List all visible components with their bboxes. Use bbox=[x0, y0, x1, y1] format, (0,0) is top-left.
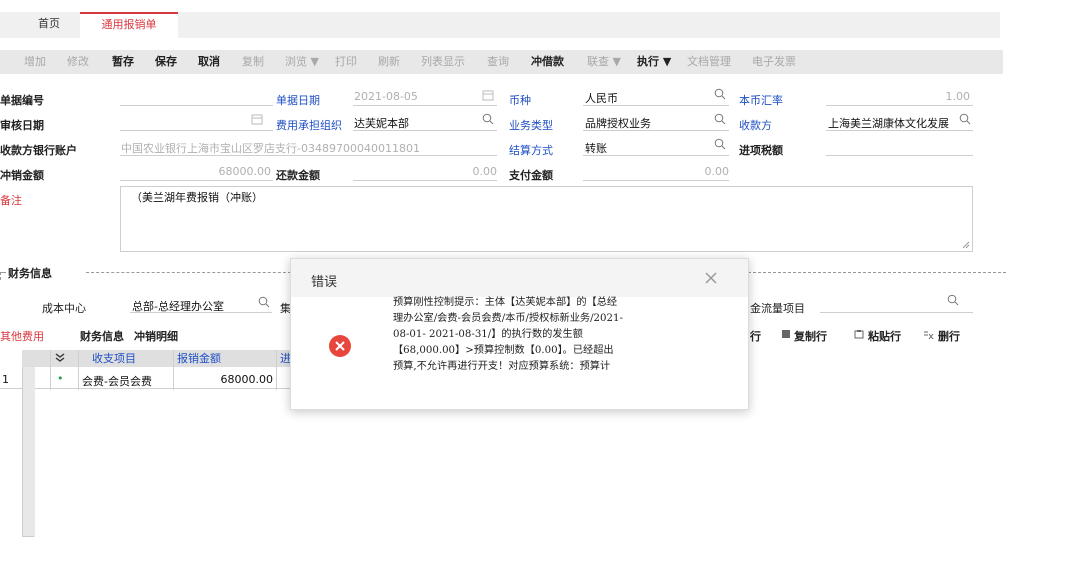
paste-row-button[interactable]: 粘贴行 bbox=[868, 328, 901, 344]
copy-button[interactable]: 复制 bbox=[242, 50, 264, 74]
remark-textarea[interactable]: （美兰湖年费报销（冲账） bbox=[120, 186, 973, 252]
subtab-other-expense[interactable]: 其他费用 bbox=[0, 328, 44, 344]
grid-bottom bbox=[22, 536, 34, 537]
grid-row-gutter bbox=[22, 367, 35, 537]
tab-home[interactable]: 首页 bbox=[24, 12, 74, 38]
dialog-message: 预算刚性控制提示：主体【达芙妮本部】的【总经理办公室/会费-会员会费/本币/授权… bbox=[393, 297, 623, 372]
add-row-button[interactable]: 行 bbox=[750, 328, 761, 344]
section-divider bbox=[0, 272, 1, 280]
tab-bar: 首页 通用报销单 bbox=[0, 12, 1000, 38]
search-icon[interactable] bbox=[258, 296, 270, 308]
search-icon[interactable] bbox=[714, 138, 726, 150]
row-number: 1 bbox=[2, 373, 9, 386]
toolbar: 增加 修改 暂存 保存 取消 复制 浏览 ▼ 打印 刷新 列表显示 查询 冲借款… bbox=[0, 50, 1003, 74]
resize-handle-icon[interactable] bbox=[962, 241, 970, 249]
pay-amount-label: 支付金额 bbox=[509, 169, 553, 182]
search-icon[interactable] bbox=[959, 113, 971, 125]
offset-amount-value: 68000.00 bbox=[218, 165, 272, 178]
double-chevron-down-icon[interactable] bbox=[55, 353, 65, 363]
repay-label: 还款金额 bbox=[276, 169, 320, 182]
offset-loan-button[interactable]: 冲借款 bbox=[531, 50, 564, 74]
search-icon[interactable] bbox=[482, 113, 494, 125]
pay-amount-value: 0.00 bbox=[704, 165, 730, 178]
browse-menu[interactable]: 浏览 ▼ bbox=[285, 50, 319, 74]
bank-account-value: 中国农业银行上海市宝山区罗店支行-03489700040011801 bbox=[121, 142, 420, 155]
delete-row-button[interactable]: 删行 bbox=[938, 328, 960, 344]
cancel-button[interactable]: 取消 bbox=[198, 50, 220, 74]
section-divider bbox=[86, 272, 291, 273]
bill-date-label: 单据日期 bbox=[276, 94, 320, 107]
dialog-title: 错误 bbox=[311, 275, 338, 290]
remark-value: （美兰湖年费报销（冲账） bbox=[131, 191, 263, 204]
bank-account-label: 收款方银行账户 bbox=[0, 144, 77, 157]
execute-menu[interactable]: 执行 ▼ bbox=[637, 50, 671, 74]
bill-no-field[interactable] bbox=[120, 89, 273, 106]
biz-type-label: 业务类型 bbox=[509, 119, 553, 132]
add-button[interactable]: 增加 bbox=[24, 50, 46, 74]
error-dialog: 错误 预算刚性控制提示：主体【达芙妮本部】的【总经理办公室/会费-会员会费/本币… bbox=[290, 258, 749, 410]
offset-amount-label: 冲销金额 bbox=[0, 169, 44, 182]
col-header-amount[interactable]: 报销金额 bbox=[177, 350, 221, 367]
print-button[interactable]: 打印 bbox=[335, 50, 357, 74]
search-icon[interactable] bbox=[947, 294, 959, 306]
save-button[interactable]: 保存 bbox=[155, 50, 177, 74]
table-row[interactable]: 1 • 会费-会员会费 68000.00 bbox=[0, 371, 292, 389]
paste-row-icon bbox=[854, 330, 864, 339]
e-invoice-button[interactable]: 电子发票 bbox=[752, 50, 796, 74]
payee-label: 收款方 bbox=[739, 119, 772, 132]
bill-no-label: 单据编号 bbox=[0, 94, 44, 107]
input-tax-label: 进项税额 bbox=[739, 144, 783, 157]
payee-value: 上海美兰湖康体文化发展 bbox=[828, 117, 949, 130]
tab-expense-form[interactable]: 通用报销单 bbox=[80, 12, 178, 38]
biz-type-value: 品牌授权业务 bbox=[585, 117, 651, 130]
cost-center-value: 总部-总经理办公室 bbox=[132, 300, 224, 313]
grid-header: 收支项目 报销金额 进 bbox=[22, 350, 292, 367]
cashflow-label: 金流量项目 bbox=[750, 302, 805, 315]
bill-date-value: 2021-08-05 bbox=[354, 90, 418, 103]
finance-section-title: 财务信息 bbox=[8, 267, 52, 280]
repay-value: 0.00 bbox=[472, 165, 498, 178]
section-divider bbox=[748, 272, 1006, 273]
audit-date-label: 审核日期 bbox=[0, 119, 44, 132]
cost-center-label: 成本中心 bbox=[42, 302, 86, 315]
exchange-rate-label: 本币汇率 bbox=[739, 94, 783, 107]
subtab-offset-detail[interactable]: 冲销明细 bbox=[134, 328, 178, 344]
query-button[interactable]: 查询 bbox=[487, 50, 509, 74]
required-dot-icon: • bbox=[57, 372, 64, 385]
settle-label: 结算方式 bbox=[509, 144, 553, 157]
refresh-button[interactable]: 刷新 bbox=[378, 50, 400, 74]
subtab-finance-info[interactable]: 财务信息 bbox=[80, 328, 124, 344]
copy-row-button[interactable]: 复制行 bbox=[794, 328, 827, 344]
currency-label: 币种 bbox=[509, 94, 531, 107]
linked-query-menu[interactable]: 联查 ▼ bbox=[587, 50, 621, 74]
error-icon bbox=[329, 335, 351, 357]
cost-org-label: 费用承担组织 bbox=[276, 119, 342, 132]
dialog-header bbox=[291, 259, 748, 297]
draft-save-button[interactable]: 暂存 bbox=[112, 50, 134, 74]
copy-row-icon bbox=[782, 330, 790, 338]
row-item: 会费-会员会费 bbox=[82, 375, 152, 388]
cost-org-value: 达芙妮本部 bbox=[354, 117, 409, 130]
search-icon[interactable] bbox=[714, 113, 726, 125]
search-icon[interactable] bbox=[714, 88, 726, 100]
edit-button[interactable]: 修改 bbox=[67, 50, 89, 74]
delete-row-icon bbox=[924, 331, 934, 340]
document-manage-button[interactable]: 文档管理 bbox=[687, 50, 731, 74]
calendar-icon[interactable] bbox=[251, 113, 263, 125]
settle-value: 转账 bbox=[585, 142, 607, 155]
list-view-button[interactable]: 列表显示 bbox=[421, 50, 465, 74]
col-header-item[interactable]: 收支项目 bbox=[92, 350, 136, 367]
calendar-icon[interactable] bbox=[482, 89, 494, 101]
exchange-rate-value: 1.00 bbox=[945, 90, 971, 103]
row-amount: 68000.00 bbox=[220, 373, 274, 386]
currency-value: 人民币 bbox=[585, 92, 618, 105]
input-tax-field[interactable] bbox=[826, 139, 973, 156]
remark-label: 备注 bbox=[0, 194, 22, 207]
close-icon[interactable] bbox=[705, 272, 717, 284]
